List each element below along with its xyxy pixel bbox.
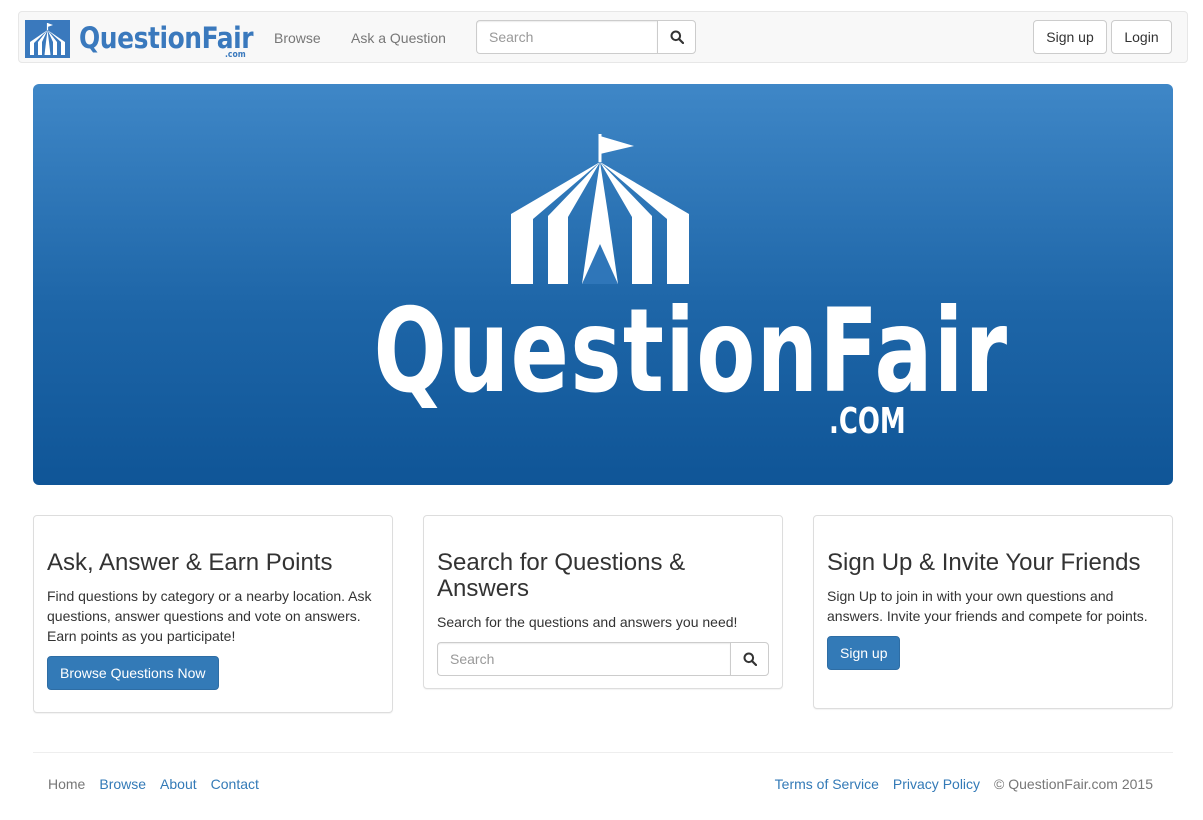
panel-text: Search for the questions and answers you… — [437, 614, 738, 630]
navbar-search-button[interactable] — [657, 20, 696, 54]
brand-link[interactable]: QuestionFair .com — [25, 18, 254, 60]
navbar-search-form — [476, 20, 696, 54]
footer-legal: Terms of Service Privacy Policy © Questi… — [775, 775, 1153, 793]
brand-wordmark: QuestionFair .com — [79, 18, 254, 60]
navbar-search-input[interactable] — [476, 20, 657, 54]
footer-terms-link[interactable]: Terms of Service — [775, 775, 879, 793]
hero-dotcom: .COM — [829, 401, 906, 442]
footer-divider — [33, 752, 1173, 753]
navbar-signup-button[interactable]: Sign up — [1033, 20, 1107, 54]
panel-text: Find questions by category or a nearby l… — [47, 588, 372, 644]
panel-heading: Ask, Answer & Earn Points — [47, 549, 333, 576]
panel-ask-answer: Ask, Answer & Earn Points Find questions… — [33, 515, 393, 713]
hero-banner: QuestionFair .COM — [33, 84, 1173, 485]
nav-ask-question-link[interactable]: Ask a Question — [351, 29, 446, 47]
footer-contact-link[interactable]: Contact — [211, 775, 259, 793]
nav-browse-link[interactable]: Browse — [274, 29, 321, 47]
panel-text: Sign Up to join in with your own questio… — [827, 588, 1148, 624]
panel-search-form — [437, 642, 769, 676]
footer-nav: Home Browse About Contact — [48, 775, 259, 793]
hero-title: QuestionFair — [373, 284, 1009, 419]
navbar: QuestionFair .com Browse Ask a Question … — [18, 11, 1188, 63]
footer-privacy-link[interactable]: Privacy Policy — [893, 775, 980, 793]
navbar-login-button[interactable]: Login — [1111, 20, 1172, 54]
panel-search-button[interactable] — [730, 642, 769, 676]
search-icon — [743, 652, 757, 666]
footer-copyright: © QuestionFair.com 2015 — [994, 776, 1153, 792]
panel-heading: Search for Questions & Answers — [437, 549, 686, 602]
search-icon — [670, 30, 684, 44]
panel-signup: Sign Up & Invite Your Friends Sign Up to… — [813, 515, 1173, 709]
panel-search: Search for Questions & Answers Search fo… — [423, 515, 783, 689]
browse-questions-button[interactable]: Browse Questions Now — [47, 656, 219, 690]
footer-about-link[interactable]: About — [160, 775, 197, 793]
panel-search-input[interactable] — [437, 642, 730, 676]
panel-signup-button[interactable]: Sign up — [827, 636, 901, 670]
panel-heading: Sign Up & Invite Your Friends — [827, 549, 1141, 576]
footer-browse-link[interactable]: Browse — [99, 775, 146, 793]
tent-logo-icon — [25, 20, 70, 58]
brand-dotcom: .com — [225, 50, 246, 60]
footer-home-link[interactable]: Home — [48, 775, 85, 793]
